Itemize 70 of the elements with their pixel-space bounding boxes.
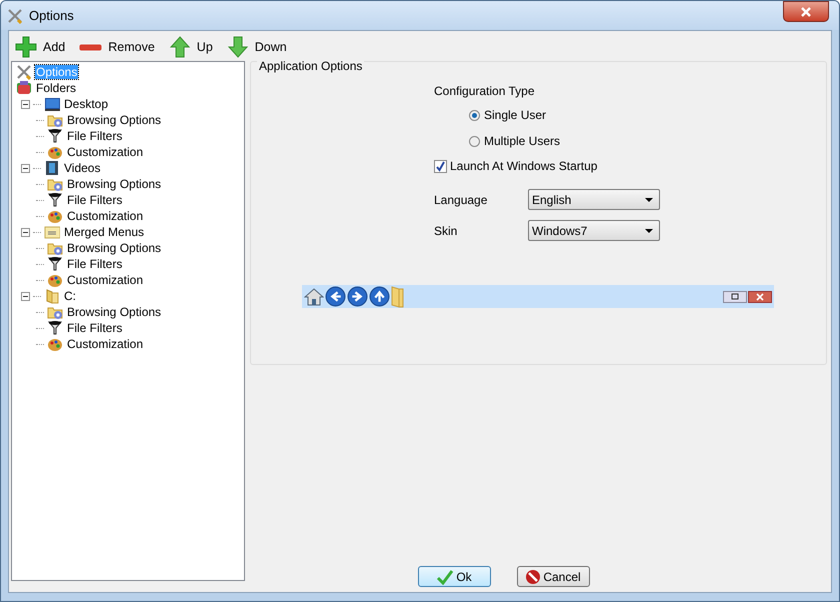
funnel-icon xyxy=(47,320,63,336)
tree-item[interactable]: Browsing Options xyxy=(66,305,162,319)
up-arrow-icon xyxy=(168,36,191,58)
collapse-toggle[interactable] xyxy=(21,100,30,108)
tree-item[interactable]: Browsing Options xyxy=(66,177,162,191)
plus-icon xyxy=(15,36,37,58)
tools-icon xyxy=(16,64,32,80)
tree-item[interactable]: File Filters xyxy=(66,257,124,271)
tree-item[interactable]: Customization xyxy=(66,209,144,223)
drive-icon xyxy=(44,288,60,304)
add-button[interactable]: Add xyxy=(13,36,68,58)
palette-icon xyxy=(47,336,63,352)
collapse-toggle[interactable] xyxy=(21,228,30,236)
up-icon xyxy=(369,286,390,307)
check-mark-icon xyxy=(436,568,454,584)
radio-circle[interactable] xyxy=(469,110,480,120)
funnel-icon xyxy=(47,128,63,144)
funnel-icon xyxy=(47,192,63,208)
palette-icon xyxy=(47,272,63,288)
up-button[interactable]: Up xyxy=(166,36,215,58)
tree-item[interactable]: Desktop xyxy=(63,97,110,111)
tree-item[interactable]: File Filters xyxy=(66,321,124,335)
back-icon xyxy=(325,286,346,307)
dropdown[interactable]: Windows7 xyxy=(528,220,660,241)
tools-icon xyxy=(7,8,23,24)
tree-item[interactable]: Folders xyxy=(35,81,78,95)
film-icon xyxy=(44,160,60,176)
field-label: Skin xyxy=(434,224,458,238)
tree-item[interactable]: File Filters xyxy=(66,129,124,143)
tree-item[interactable]: Browsing Options xyxy=(66,241,162,255)
radio-button[interactable]: Single User xyxy=(469,102,826,128)
close-icon xyxy=(748,290,772,302)
down-button[interactable]: Down xyxy=(224,36,289,58)
forward-icon xyxy=(347,286,368,307)
folders-icon xyxy=(16,80,32,96)
tree-item[interactable]: Videos xyxy=(63,161,102,175)
restore-icon xyxy=(723,290,747,302)
monitor-icon xyxy=(44,96,60,112)
radio-circle[interactable] xyxy=(469,136,480,146)
tree-item[interactable]: File Filters xyxy=(66,193,124,207)
menu-icon xyxy=(44,224,60,240)
folder-icon xyxy=(391,286,405,308)
config-label: Configuration Type xyxy=(434,84,536,98)
radio-button[interactable]: Multiple Users xyxy=(469,128,826,154)
collapse-toggle[interactable] xyxy=(21,164,30,172)
palette-icon xyxy=(47,208,63,224)
window-title: Options xyxy=(29,8,75,23)
ok-button[interactable]: Ok xyxy=(418,566,490,587)
checkbox[interactable] xyxy=(434,160,447,172)
collapse-toggle[interactable] xyxy=(21,292,30,300)
tree-item[interactable]: Customization xyxy=(66,337,144,351)
field-label: Language xyxy=(434,192,488,206)
no-entry-icon xyxy=(525,568,542,584)
cancel-button[interactable]: Cancel xyxy=(516,566,590,587)
close-button[interactable] xyxy=(783,1,829,22)
tree-item[interactable]: C: xyxy=(63,289,77,303)
minus-icon xyxy=(79,44,102,50)
funnel-icon xyxy=(47,256,63,272)
group-title: Application Options xyxy=(257,59,364,73)
close-icon xyxy=(800,6,812,16)
down-arrow-icon xyxy=(226,36,249,58)
launch-checkbox[interactable]: Launch At Windows Startup xyxy=(434,157,826,175)
remove-button[interactable]: Remove xyxy=(77,40,157,54)
dropdown[interactable]: English xyxy=(528,189,660,210)
tree-item[interactable]: Browsing Options xyxy=(66,113,162,127)
palette-icon xyxy=(47,144,63,160)
tree-item[interactable]: Merged Menus xyxy=(63,225,146,239)
home-icon xyxy=(304,286,324,306)
tree-item[interactable]: Customization xyxy=(66,145,144,159)
tree-item[interactable]: Customization xyxy=(66,273,144,287)
